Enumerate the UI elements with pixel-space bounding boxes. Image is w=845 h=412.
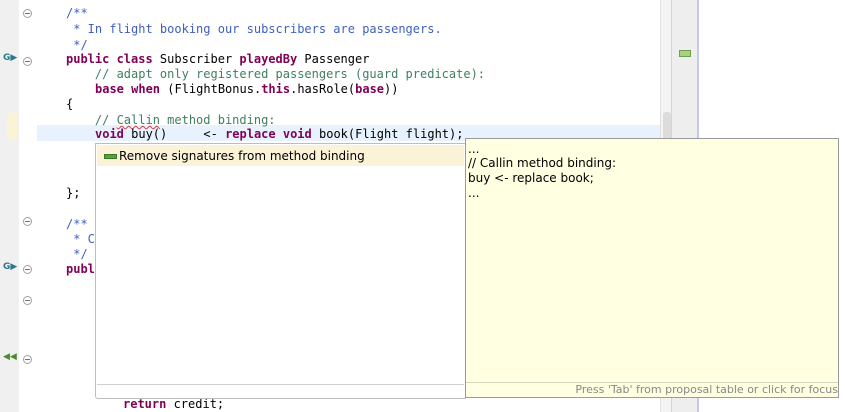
code-text: buy() <- (123, 127, 226, 141)
keyword: this (261, 82, 291, 96)
code-text: )) (384, 82, 399, 96)
comment-line: // adapt only registered passengers (gua… (66, 67, 486, 81)
keyword: public class (66, 52, 153, 66)
keyword: void (95, 127, 124, 141)
keyword: replace void (225, 127, 312, 141)
javadoc-line: * In flight booking our subscribers are … (66, 22, 442, 36)
quick-fix-icon (104, 154, 117, 159)
code-text: Passenger (297, 52, 370, 66)
proposal-info-tooltip[interactable]: ... // Callin method binding: buy <- rep… (465, 138, 839, 398)
fold-toggle-icon[interactable] (23, 265, 32, 274)
popup-status-divider (97, 384, 464, 385)
keyword: base (355, 82, 385, 96)
spelling-error-word[interactable]: Callin (117, 113, 160, 127)
fold-toggle-icon[interactable] (23, 296, 32, 305)
fold-toggle-icon[interactable] (23, 355, 32, 364)
javadoc-line: * C (66, 232, 95, 246)
proposal-label: Remove signatures from method binding (119, 149, 365, 163)
annotation-highlight (7, 113, 17, 139)
guard-predicate-line: base when (FlightBonus.this.hasRole(base… (95, 81, 398, 97)
info-text-line: buy <- replace book; (468, 171, 594, 185)
callin-binding-marker-icon[interactable]: G▶ (3, 262, 17, 272)
close-brace-line: }; (66, 186, 81, 200)
info-text-line: ... (468, 186, 480, 200)
callout-marker-icon[interactable]: ◀◀ (3, 352, 17, 362)
keyword: base when (95, 82, 161, 96)
class-declaration-line: public class Subscriber playedBy Passeng… (66, 51, 369, 67)
fold-toggle-icon[interactable] (23, 217, 32, 226)
callin-binding-line: void buy() <- replace void book(Flight f… (95, 126, 463, 142)
code-text: credit; (166, 397, 225, 411)
fold-toggle-icon[interactable] (23, 57, 32, 66)
keyword-line: publ (66, 262, 95, 276)
javadoc-line: */ (66, 247, 88, 261)
javadoc-line: /** (66, 6, 88, 20)
info-text-line: // Callin method binding: (468, 156, 616, 170)
focus-hint: Press 'Tab' from proposal table or click… (575, 383, 838, 396)
comment-suffix: method binding: (159, 113, 276, 127)
comment-prefix: // (66, 113, 117, 127)
proposal-popup[interactable]: Remove signatures from method binding (95, 143, 466, 399)
code-text: (FlightBonus. (160, 82, 262, 96)
open-brace-line: { (66, 97, 74, 111)
overview-marker[interactable] (679, 50, 691, 57)
code-text: book(Flight flight); (311, 127, 464, 141)
callin-binding-marker-icon[interactable]: G▶ (3, 53, 17, 63)
code-text: Subscriber (152, 52, 240, 66)
keyword: return (123, 397, 167, 411)
proposal-item-selected[interactable]: Remove signatures from method binding (97, 145, 464, 166)
keyword: playedBy (239, 52, 298, 66)
code-text: .hasRole( (290, 82, 356, 96)
javadoc-line: /** (66, 217, 88, 231)
fold-toggle-icon[interactable] (23, 9, 32, 18)
